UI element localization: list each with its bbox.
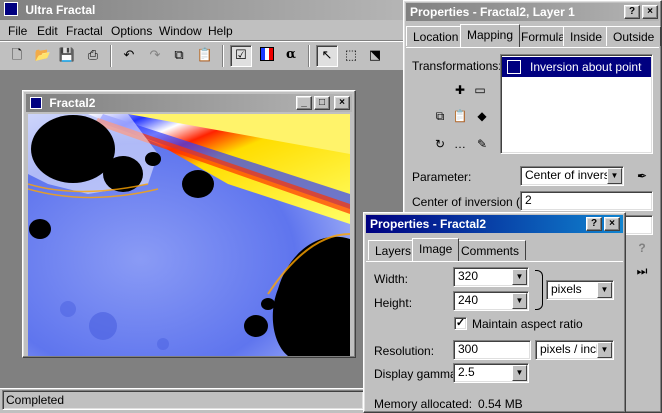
chevron-down-icon[interactable]: ▼	[512, 269, 527, 285]
eyedropper-icon[interactable]: ✒	[634, 168, 650, 184]
fractal-title: Fractal2	[49, 96, 96, 110]
width-field[interactable]: 320 ▼	[453, 267, 529, 287]
props-image-title: Properties - Fractal2	[370, 217, 487, 231]
formula-alpha-icon[interactable]: α	[282, 46, 300, 64]
tab-layers[interactable]: Layers	[368, 240, 419, 260]
app-title: Ultra Fractal	[25, 3, 96, 17]
memory-value: 0.54 MB	[478, 397, 523, 411]
width-label: Width:	[374, 272, 409, 286]
menu-help[interactable]: Help	[208, 24, 233, 38]
resolution-field[interactable]: 300	[453, 340, 531, 360]
new-icon[interactable]: 🗋	[8, 46, 26, 64]
parameter-label: Parameter:	[412, 170, 472, 184]
menu-fractal[interactable]: Fractal	[66, 24, 103, 38]
parameter-select[interactable]: Center of inversio ▼	[520, 166, 624, 186]
toolbar-separator	[110, 45, 112, 67]
toolbar-separator	[308, 45, 310, 67]
chevron-down-icon[interactable]: ▼	[597, 342, 612, 358]
minimize-button[interactable]: _	[296, 96, 312, 110]
chevron-down-icon[interactable]: ▼	[597, 282, 612, 298]
app-titlebar: Ultra Fractal	[0, 0, 404, 20]
resolution-unit-select[interactable]: pixels / inch ▼	[535, 340, 614, 360]
maximize-button[interactable]: □	[314, 96, 330, 110]
chevron-down-icon[interactable]: ▼	[607, 168, 622, 184]
props-image-tabs: Layers Image Comments	[366, 238, 623, 262]
paste-icon[interactable]: 📋	[196, 46, 214, 64]
edit-formula-icon[interactable]: ✎	[474, 136, 490, 152]
height-label: Height:	[374, 296, 413, 310]
resolution-label: Resolution:	[374, 344, 435, 358]
zoom-select-icon[interactable]: ⬚	[342, 46, 360, 64]
status-text: Completed	[6, 393, 65, 407]
gamma-value: 2.5	[458, 365, 475, 379]
center-inversion-field[interactable]: 2	[520, 191, 653, 211]
props-layer-title: Properties - Fractal2, Layer 1	[410, 5, 575, 19]
app-icon	[4, 2, 18, 16]
props-image-titlebar: Properties - Fractal2	[366, 215, 623, 233]
remove-transformation-icon[interactable]: ▭	[472, 82, 488, 98]
list-item[interactable]: Inversion about point	[502, 57, 651, 77]
save-icon[interactable]: 💾	[58, 46, 76, 64]
tab-image[interactable]: Image	[412, 238, 460, 261]
fractal-image[interactable]	[28, 114, 350, 356]
document-icon	[30, 97, 42, 109]
maintain-aspect-checkbox[interactable]: ✓	[454, 317, 467, 330]
add-transformation-icon[interactable]: ✚	[452, 82, 468, 98]
link-bracket	[535, 270, 543, 310]
transformation-item-label: Inversion about point	[530, 60, 642, 74]
unit-value: pixels	[551, 282, 582, 296]
gamma-label: Display gamma:	[374, 367, 461, 381]
center-inversion-label: Center of inversion (...	[412, 195, 531, 209]
redo-icon[interactable]: ↷	[146, 46, 164, 64]
maintain-aspect-label: Maintain aspect ratio	[472, 317, 583, 331]
gradient-icon[interactable]	[258, 46, 276, 64]
props-layer-tabs: Location Mapping Formula Inside Outside	[406, 24, 662, 48]
unit-select[interactable]: pixels ▼	[546, 280, 614, 300]
resolution-unit-value: pixels / inch	[540, 342, 603, 356]
refresh-icon[interactable]: ↻	[432, 136, 448, 152]
help-button[interactable]: ?	[586, 217, 602, 231]
memory-label: Memory allocated:	[374, 397, 473, 411]
width-value: 320	[458, 269, 479, 283]
tab-location[interactable]: Location	[406, 26, 466, 46]
print-icon[interactable]: ⎙	[84, 46, 102, 64]
center-inversion-value: 2	[525, 193, 532, 207]
copy-icon[interactable]: ⧉	[170, 46, 188, 64]
tab-comments[interactable]: Comments	[454, 240, 527, 260]
help-icon[interactable]: ?	[634, 240, 650, 256]
transformations-label: Transformations:	[412, 59, 502, 73]
resolution-value: 300	[458, 342, 479, 356]
help-button[interactable]: ?	[624, 5, 640, 19]
open-icon[interactable]: 📂	[34, 46, 52, 64]
menu-options[interactable]: Options	[111, 24, 152, 38]
more-icon[interactable]: …	[452, 136, 468, 152]
close-button[interactable]: ×	[642, 5, 658, 19]
skip-icon[interactable]: ⏭	[634, 263, 650, 279]
chevron-down-icon[interactable]: ▼	[512, 365, 527, 381]
menu-edit[interactable]: Edit	[37, 24, 58, 38]
tab-outside[interactable]: Outside	[606, 26, 662, 46]
properties-icon[interactable]: ☑	[230, 45, 252, 67]
merge-icon[interactable]: ◆	[474, 108, 490, 124]
menu-window[interactable]: Window	[159, 24, 202, 38]
paste-transformation-icon[interactable]: 📋	[452, 108, 468, 124]
eyedropper-select-icon[interactable]: ⬔	[366, 46, 384, 64]
close-button[interactable]: ×	[334, 96, 350, 110]
tab-mapping[interactable]: Mapping	[460, 24, 521, 47]
gamma-field[interactable]: 2.5 ▼	[453, 363, 529, 383]
menu-bar	[0, 20, 404, 40]
transformation-icon	[507, 60, 521, 74]
parameter-value: Center of inversio	[525, 168, 620, 182]
undo-icon[interactable]: ↶	[120, 46, 138, 64]
height-field[interactable]: 240 ▼	[453, 291, 529, 311]
toolbar-separator	[222, 45, 224, 67]
select-arrow-icon[interactable]: ↖	[316, 45, 338, 67]
copy-transformation-icon[interactable]: ⧉	[432, 108, 448, 124]
menu-file[interactable]: File	[8, 24, 27, 38]
height-value: 240	[458, 293, 479, 307]
props-layer-titlebar: Properties - Fractal2, Layer 1	[406, 3, 659, 21]
chevron-down-icon[interactable]: ▼	[512, 293, 527, 309]
tab-inside[interactable]: Inside	[563, 26, 610, 46]
close-button[interactable]: ×	[604, 217, 620, 231]
